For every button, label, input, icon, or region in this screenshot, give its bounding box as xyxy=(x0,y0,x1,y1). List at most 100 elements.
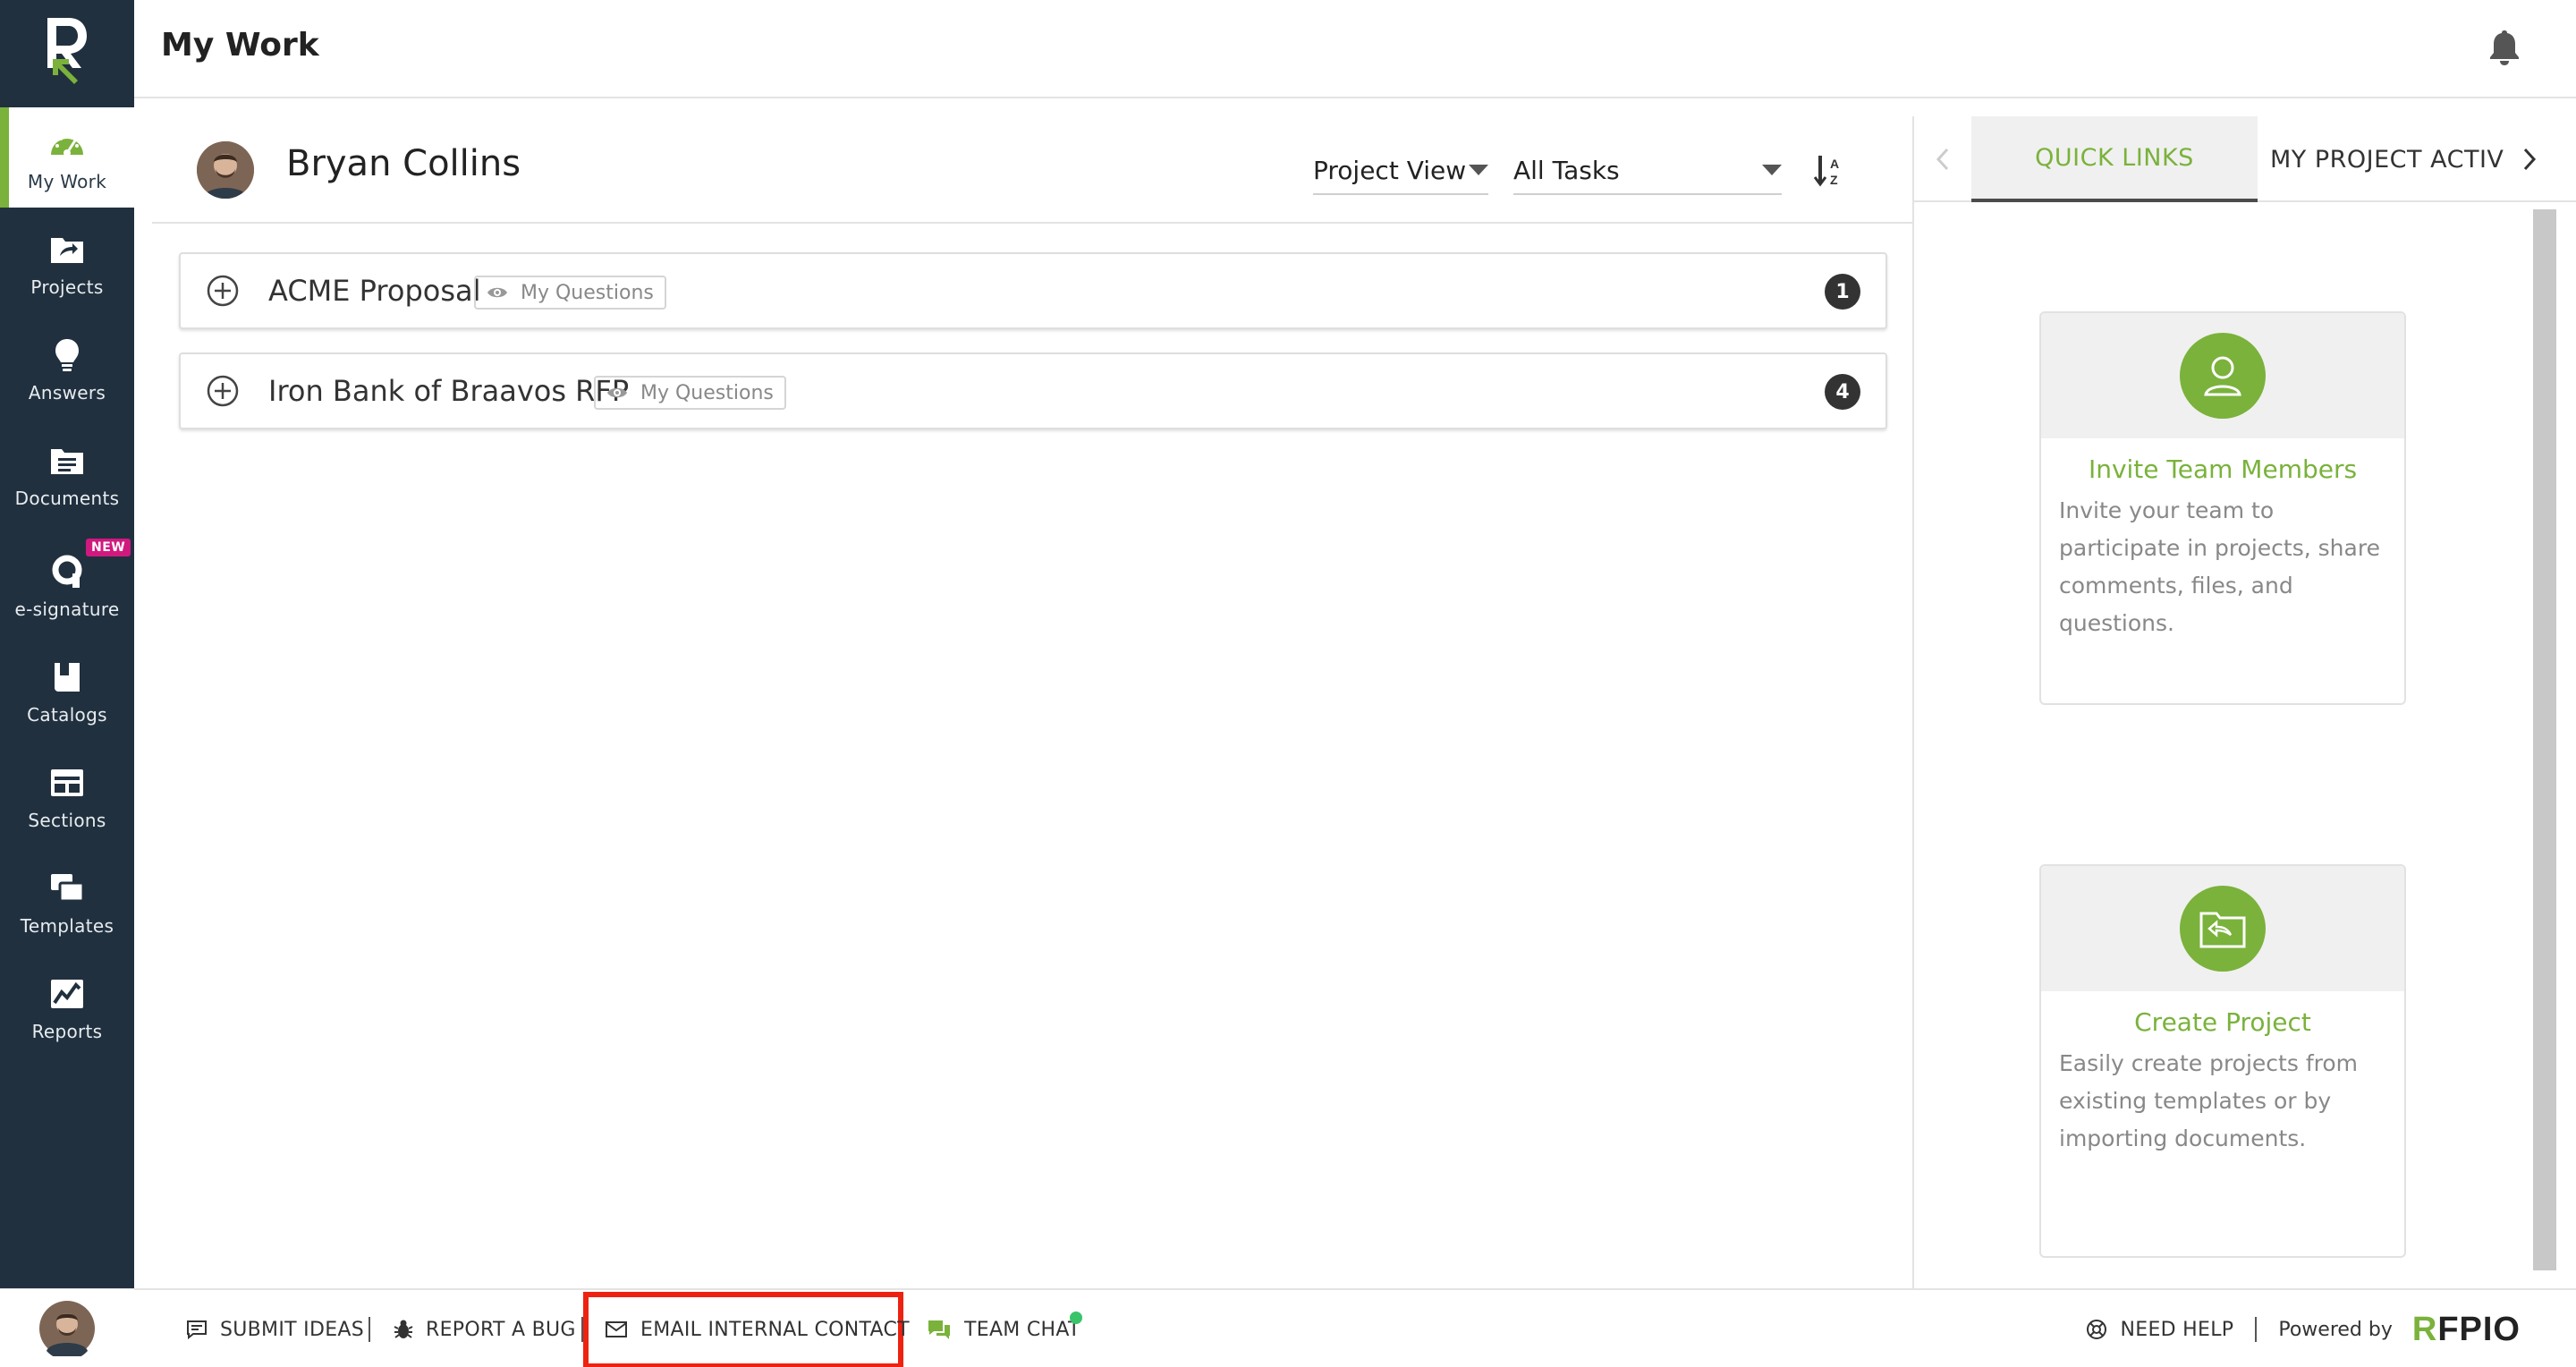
card-title: Invite Team Members xyxy=(2088,454,2358,484)
footer-divider xyxy=(369,1317,370,1342)
catalog-book-icon xyxy=(46,656,89,699)
project-row[interactable]: ACME Proposal My Questions 1 xyxy=(179,252,1887,329)
rfpio-logo-icon xyxy=(47,18,87,84)
eye-icon xyxy=(606,386,628,400)
sidebar-item-templates[interactable]: Templates xyxy=(0,852,134,952)
question-count-badge: 4 xyxy=(1825,374,1860,410)
tabs-next-button[interactable] xyxy=(2512,141,2547,177)
folder-share-icon xyxy=(46,228,89,271)
sidebar-item-e-signature[interactable]: NEW e-signature xyxy=(0,530,134,641)
team-chat-link[interactable]: TEAM CHAT xyxy=(927,1290,1080,1367)
report-bug-link[interactable]: REPORT A BUG xyxy=(394,1290,576,1367)
user-name: Bryan Collins xyxy=(286,143,521,184)
team-chat-label: TEAM CHAT xyxy=(964,1318,1080,1341)
user-summary-bar: Bryan Collins Project View All Tasks A Z xyxy=(152,116,1914,224)
folder-import-icon xyxy=(2180,886,2266,972)
sort-alpha-icon: A Z xyxy=(1813,156,1839,187)
page-title: My Work xyxy=(161,27,319,64)
svg-text:A: A xyxy=(1830,157,1839,171)
need-help-link[interactable]: NEED HELP xyxy=(2086,1319,2233,1341)
sidebar-item-projects[interactable]: Projects xyxy=(0,213,134,313)
view-select[interactable]: Project View xyxy=(1313,147,1488,195)
card-description: Invite your team to participate in proje… xyxy=(2059,497,2380,636)
my-questions-tag[interactable]: My Questions xyxy=(474,276,666,310)
sidebar-item-label: Templates xyxy=(20,915,114,937)
card-description: Easily create projects from existing tem… xyxy=(2059,1050,2358,1151)
comment-icon xyxy=(186,1320,208,1339)
sections-icon xyxy=(46,761,89,804)
sidebar: My Work Projects Answers Documents NEW e… xyxy=(0,0,134,1367)
top-header: My Work xyxy=(134,0,2576,98)
expand-plus-icon[interactable] xyxy=(206,374,240,412)
project-row[interactable]: Iron Bank of Braavos RFP My Questions 4 xyxy=(179,352,1887,429)
need-help-label: NEED HELP xyxy=(2120,1318,2234,1341)
help-lifebuoy-icon xyxy=(2086,1319,2107,1340)
right-panel: QUICK LINKS MY PROJECT ACTIVITI Invite T… xyxy=(1912,116,2576,1288)
submit-ideas-label: SUBMIT IDEAS xyxy=(220,1318,365,1341)
tag-label: My Questions xyxy=(521,281,654,304)
bug-icon xyxy=(394,1319,413,1340)
eye-icon xyxy=(487,285,508,300)
email-internal-contact-label: EMAIL INTERNAL CONTACT xyxy=(640,1318,910,1341)
task-filter-select[interactable]: All Tasks xyxy=(1513,147,1782,195)
sidebar-item-label: e-signature xyxy=(14,599,120,620)
my-questions-tag[interactable]: My Questions xyxy=(594,376,786,410)
card-title: Create Project xyxy=(2134,1007,2311,1037)
report-bug-label: REPORT A BUG xyxy=(426,1318,576,1341)
tab-quick-links[interactable]: QUICK LINKS xyxy=(1971,116,2258,202)
chevron-down-icon xyxy=(1469,165,1488,175)
tab-my-project-activity[interactable]: MY PROJECT ACTIVITI xyxy=(2270,116,2504,202)
user-avatar xyxy=(197,141,254,199)
current-user-avatar[interactable] xyxy=(0,1288,134,1367)
sidebar-item-label: Projects xyxy=(30,276,104,298)
envelope-icon xyxy=(605,1320,628,1338)
expand-plus-icon[interactable] xyxy=(206,274,240,311)
chevron-left-icon xyxy=(1936,148,1949,171)
sidebar-item-reports[interactable]: Reports xyxy=(0,957,134,1057)
create-project-card[interactable]: Create Project Easily create projects fr… xyxy=(2039,864,2406,1258)
sidebar-item-my-work[interactable]: My Work xyxy=(0,107,134,208)
sidebar-item-answers[interactable]: Answers xyxy=(0,318,134,419)
sidebar-item-label: Documents xyxy=(14,488,120,509)
submit-ideas-link[interactable]: SUBMIT IDEAS xyxy=(186,1290,364,1367)
sidebar-item-label: Catalogs xyxy=(27,704,107,726)
tabs-prev-button[interactable] xyxy=(1925,141,1961,177)
sidebar-item-documents[interactable]: Documents xyxy=(0,424,134,524)
sidebar-item-label: Reports xyxy=(31,1021,103,1042)
rfpio-brand-logo: RFPIO xyxy=(2411,1310,2521,1348)
footer-right: NEED HELP Powered by RFPIO xyxy=(2086,1290,2521,1367)
avatar-icon xyxy=(39,1300,95,1356)
sort-az-button[interactable]: A Z xyxy=(1813,154,1844,191)
online-status-dot xyxy=(1070,1312,1082,1324)
right-panel-tabs: QUICK LINKS MY PROJECT ACTIVITI xyxy=(1914,116,2576,202)
templates-icon xyxy=(46,867,89,910)
task-filter-value: All Tasks xyxy=(1513,155,1620,185)
sidebar-item-label: Answers xyxy=(28,382,106,403)
sidebar-item-label: Sections xyxy=(28,810,106,831)
footer-divider xyxy=(2255,1317,2258,1342)
sidebar-item-catalogs[interactable]: Catalogs xyxy=(0,641,134,741)
chevron-down-icon xyxy=(1762,165,1782,175)
lightbulb-icon xyxy=(46,334,89,377)
footer-bar: SUBMIT IDEAS REPORT A BUG EMAIL INTERNAL… xyxy=(134,1288,2576,1367)
sidebar-item-sections[interactable]: Sections xyxy=(0,746,134,846)
app-logo[interactable] xyxy=(0,0,134,100)
documents-icon xyxy=(46,439,89,482)
notifications-button[interactable] xyxy=(2488,29,2521,70)
email-internal-contact-link[interactable]: EMAIL INTERNAL CONTACT xyxy=(605,1290,910,1367)
chevron-right-icon xyxy=(2523,148,2537,171)
question-count-badge: 1 xyxy=(1825,274,1860,310)
avatar-icon xyxy=(197,141,254,199)
scrollbar[interactable] xyxy=(2533,209,2556,1270)
project-name: ACME Proposal xyxy=(268,274,481,308)
esignature-icon xyxy=(46,550,89,593)
user-icon xyxy=(2180,333,2266,419)
project-name: Iron Bank of Braavos RFP xyxy=(268,374,630,408)
reports-chart-icon xyxy=(46,972,89,1015)
invite-team-card[interactable]: Invite Team Members Invite your team to … xyxy=(2039,311,2406,705)
chat-bubbles-icon xyxy=(927,1319,952,1340)
new-badge: NEW xyxy=(86,539,131,556)
card-header xyxy=(2041,866,2404,991)
tag-label: My Questions xyxy=(640,381,774,404)
powered-by-label: Powered by xyxy=(2278,1318,2393,1341)
